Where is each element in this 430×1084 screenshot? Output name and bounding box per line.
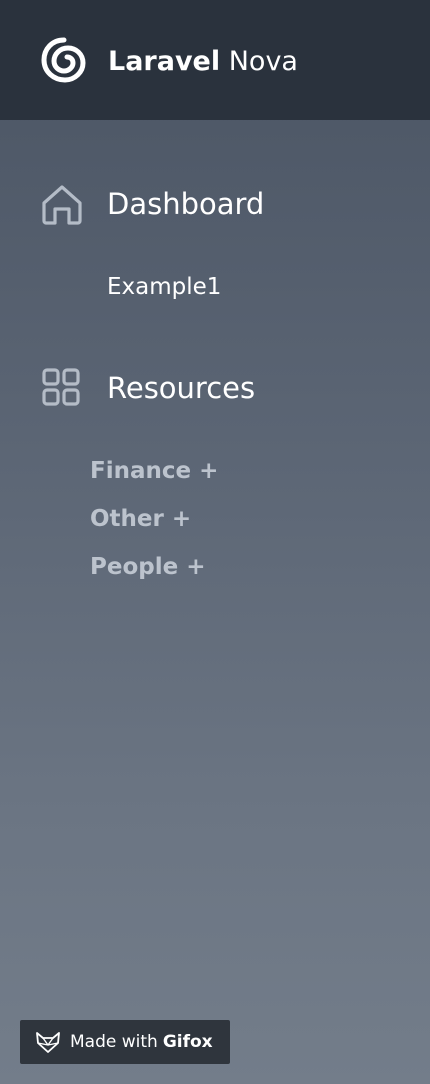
watermark-prefix: Made with: [70, 1032, 158, 1052]
nav-resources[interactable]: Resources: [40, 366, 255, 410]
sidebar-header: Laravel Nova: [0, 0, 430, 120]
grid-icon: [40, 366, 84, 410]
gifox-watermark: Made with Gifox: [20, 1020, 230, 1064]
nav-item-example1[interactable]: Example1: [107, 272, 221, 302]
resource-group-finance[interactable]: Finance +: [90, 456, 218, 486]
nav-dashboard[interactable]: Dashboard: [40, 182, 264, 226]
resource-group-other[interactable]: Other +: [90, 504, 191, 534]
nav-resources-label: Resources: [107, 371, 256, 405]
brand-bold: Laravel: [108, 46, 221, 77]
watermark-brand: Gifox: [162, 1032, 213, 1052]
app-title[interactable]: Laravel Nova: [108, 44, 298, 80]
fox-icon: [36, 1032, 60, 1053]
nova-logo-icon[interactable]: [40, 36, 88, 84]
brand-rest: Nova: [228, 46, 298, 77]
nav-dashboard-label: Dashboard: [107, 187, 265, 221]
resource-group-people[interactable]: People +: [90, 552, 205, 582]
home-icon: [40, 182, 84, 226]
